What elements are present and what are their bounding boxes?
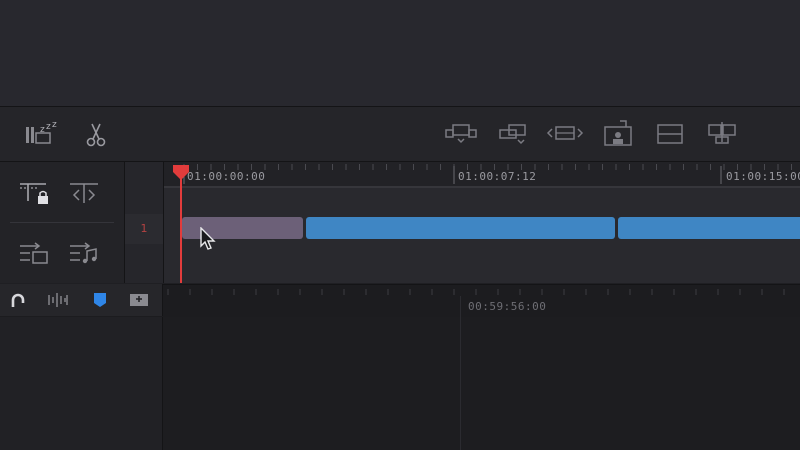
svg-text:z: z — [46, 122, 51, 132]
append-end-icon[interactable] — [656, 122, 684, 146]
timeline-clip[interactable] — [618, 217, 800, 239]
ruler-label-mid: 01:00:07:12 — [458, 170, 537, 183]
svg-text:z: z — [40, 125, 45, 135]
mouse-cursor-icon — [199, 227, 217, 251]
svg-text:z: z — [52, 121, 57, 130]
add-track-icon[interactable] — [129, 293, 149, 307]
lower-timeline-area[interactable] — [163, 317, 800, 450]
place-on-top-icon[interactable] — [602, 119, 636, 149]
ruler-label-start: 01:00:00:00 — [187, 170, 266, 183]
lock-track-icon[interactable] — [18, 181, 50, 207]
overwrite-clip-icon[interactable] — [497, 122, 531, 146]
marker-flag-icon[interactable] — [93, 292, 107, 308]
track-number[interactable]: 1 — [125, 214, 163, 244]
playhead-line[interactable] — [180, 170, 182, 283]
replace-clip-icon[interactable] — [546, 122, 584, 146]
timeline-clip[interactable] — [306, 217, 615, 239]
lower-track-header-panel — [0, 317, 163, 450]
playhead-handle-icon[interactable] — [171, 163, 191, 181]
blade-scissors-icon[interactable] — [84, 122, 108, 148]
ripple-overwrite-icon[interactable] — [706, 120, 738, 146]
insert-clip-icon[interactable] — [444, 122, 478, 146]
viewer-panel — [0, 0, 800, 107]
lower-ruler-label: 00:59:56:00 — [468, 300, 547, 313]
ruler-label-end: 01:00:15:00 — [726, 170, 800, 183]
trim-track-icon[interactable] — [68, 181, 100, 207]
audio-only-icon[interactable] — [68, 241, 100, 267]
audio-waveform-icon[interactable] — [47, 291, 69, 309]
lower-timeline-gridline — [460, 296, 461, 450]
sleep-mode-icon[interactable]: zzz — [24, 121, 62, 147]
track-controls-divider — [10, 222, 114, 223]
snap-magnet-icon[interactable] — [9, 292, 27, 310]
audio-video-insert-icon[interactable] — [18, 241, 50, 267]
